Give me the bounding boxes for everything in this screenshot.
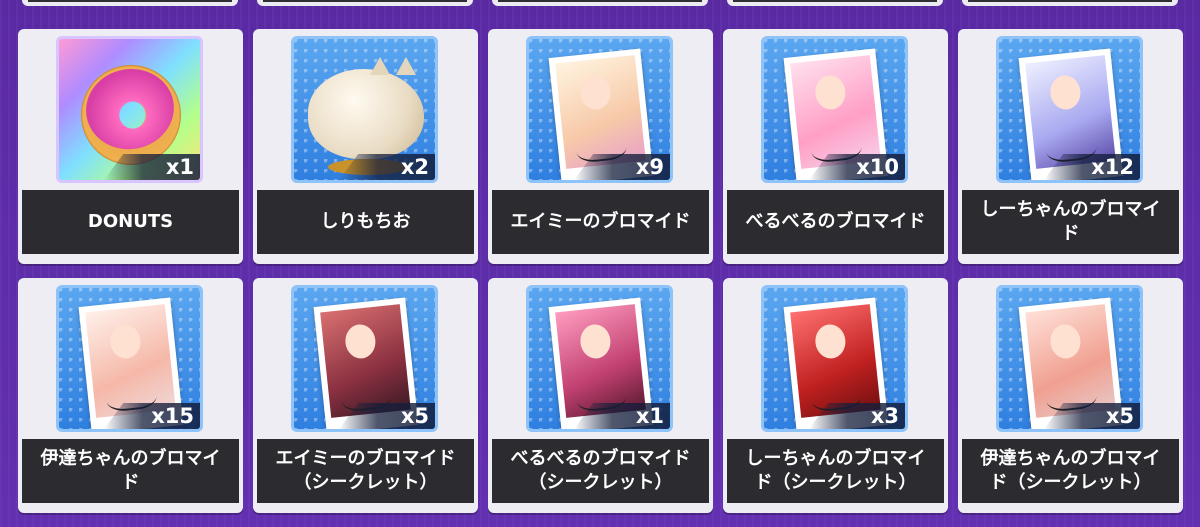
item-card-bromide-date[interactable]: x15 伊達ちゃんのブロマイド [18, 278, 243, 513]
item-card-donuts[interactable]: x1 DONUTS [18, 29, 243, 264]
item-thumbnail: x5 [291, 285, 438, 432]
item-card-bromide-shi[interactable]: x12 しーちゃんのブロマイド [958, 29, 1183, 264]
item-name: べるべるのブロマイド（シークレット） [492, 439, 709, 503]
item-thumbnail: x1 [56, 36, 203, 183]
item-name: 伊達ちゃんのブロマイド [22, 439, 239, 503]
item-card-bromide-berube[interactable]: x10 べるべるのブロマイド [723, 29, 948, 264]
item-card-bromide-amy-secret[interactable]: x5 エイミーのブロマイド（シークレット） [253, 278, 478, 513]
item-name: しーちゃんのブロマイド [962, 190, 1179, 254]
partial-card [22, 0, 238, 6]
item-thumbnail: x15 [56, 285, 203, 432]
mochi-cat-icon [308, 57, 424, 175]
item-thumbnail: x9 [526, 36, 673, 183]
item-name: エイミーのブロマイド [492, 190, 709, 254]
item-thumbnail: x5 [996, 285, 1143, 432]
item-card-shirimochio[interactable]: x2 しりもちお [253, 29, 478, 264]
item-name: べるべるのブロマイド [727, 190, 944, 254]
item-thumbnail: x3 [761, 285, 908, 432]
item-name: 伊達ちゃんのブロマイド（シークレット） [962, 439, 1179, 503]
partial-card [492, 0, 708, 6]
item-name: しりもちお [257, 190, 474, 254]
item-name: DONUTS [22, 190, 239, 254]
item-name: しーちゃんのブロマイド（シークレット） [727, 439, 944, 503]
item-card-bromide-amy[interactable]: x9 エイミーのブロマイド [488, 29, 713, 264]
item-name: エイミーのブロマイド（シークレット） [257, 439, 474, 503]
partial-card [962, 0, 1178, 6]
item-thumbnail: x2 [291, 36, 438, 183]
partial-card [257, 0, 473, 6]
item-card-bromide-shi-secret[interactable]: x3 しーちゃんのブロマイド（シークレット） [723, 278, 948, 513]
item-card-bromide-date-secret[interactable]: x5 伊達ちゃんのブロマイド（シークレット） [958, 278, 1183, 513]
partial-card [727, 0, 943, 6]
item-thumbnail: x1 [526, 285, 673, 432]
item-card-bromide-berube-secret[interactable]: x1 べるべるのブロマイド（シークレット） [488, 278, 713, 513]
item-thumbnail: x10 [761, 36, 908, 183]
item-thumbnail: x12 [996, 36, 1143, 183]
